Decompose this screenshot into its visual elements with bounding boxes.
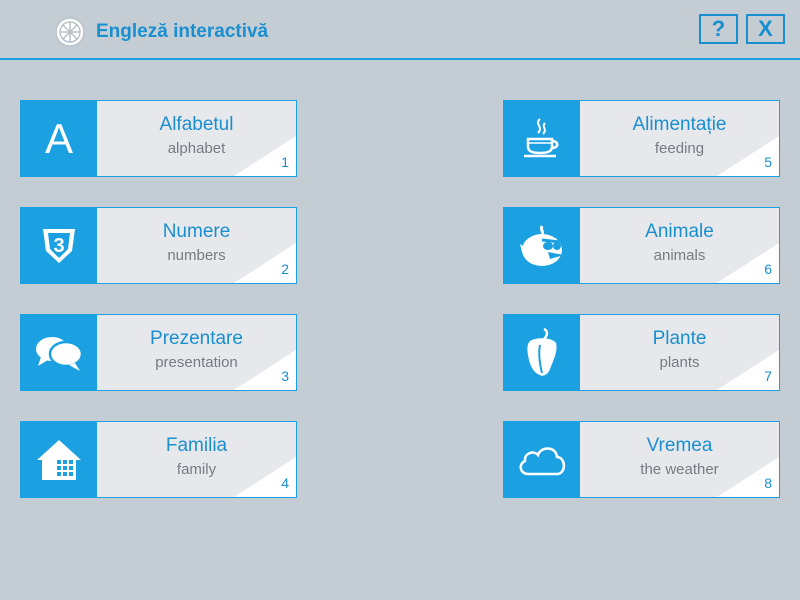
- tile-title: Vremea: [646, 435, 713, 456]
- lesson-tile-plants[interactable]: Plante plants 7: [503, 314, 780, 391]
- tile-icon-box: [504, 315, 580, 390]
- tile-subtitle: the weather: [640, 461, 719, 478]
- chat-bubbles-icon: [36, 336, 84, 371]
- house-icon: [37, 439, 81, 480]
- bell-pepper-icon: [527, 327, 557, 376]
- lesson-tile-presentation[interactable]: Prezentare presentation 3: [20, 314, 297, 391]
- tile-title: Alimentație: [632, 114, 727, 135]
- letter-a-icon: A: [44, 114, 73, 162]
- tile-title: Familia: [165, 435, 228, 456]
- tile-icon-box: [21, 315, 97, 390]
- tile-title: Numere: [162, 221, 231, 242]
- tile-subtitle: family: [176, 461, 217, 478]
- lesson-tile-animals[interactable]: Animale animals 6: [503, 207, 780, 284]
- lesson-tile-feeding[interactable]: Alimentație feeding 5: [503, 100, 780, 177]
- lesson-tile-family[interactable]: Familia family 4: [20, 421, 297, 498]
- tile-number: 4: [281, 475, 289, 491]
- help-button[interactable]: ?: [699, 14, 738, 44]
- tile-icon-box: [504, 422, 580, 497]
- tile-number: 7: [764, 368, 772, 384]
- number-3-badge-icon: 3: [43, 228, 75, 263]
- tile-icon-box: A: [21, 101, 97, 176]
- close-button[interactable]: X: [746, 14, 785, 44]
- app-title: Engleză interactivă: [96, 21, 269, 42]
- tile-icon-box: [504, 101, 580, 176]
- tile-subtitle: animals: [653, 247, 706, 264]
- tile-title: Alfabetul: [159, 114, 234, 135]
- header-bar: Engleză interactivă ? X: [0, 0, 800, 60]
- tile-icon-box: [21, 422, 97, 497]
- lesson-tile-alphabet[interactable]: A Alfabetul alphabet 1: [20, 100, 297, 177]
- tile-title: Plante: [652, 328, 707, 349]
- tile-subtitle: feeding: [654, 140, 705, 157]
- tile-subtitle: numbers: [167, 247, 226, 264]
- angry-bird-icon: [520, 224, 564, 266]
- tile-title: Animale: [645, 221, 714, 242]
- tile-icon-box: 3: [21, 208, 97, 283]
- tile-number: 3: [281, 368, 289, 384]
- tile-subtitle: plants: [659, 354, 700, 371]
- lesson-tile-weather[interactable]: Vremea the weather 8: [503, 421, 780, 498]
- tile-number: 2: [281, 261, 289, 277]
- svg-text:3: 3: [53, 235, 64, 257]
- tile-number: 1: [281, 154, 289, 170]
- tile-icon-box: [504, 208, 580, 283]
- tile-number: 6: [764, 261, 772, 277]
- wheel-icon: [55, 17, 85, 47]
- lesson-tile-numbers[interactable]: 3 Numere numbers 2: [20, 207, 297, 284]
- tile-number: 5: [764, 154, 772, 170]
- coffee-cup-icon: [524, 117, 559, 157]
- tile-subtitle: presentation: [155, 354, 238, 371]
- tile-title: Prezentare: [150, 328, 243, 349]
- cloud-icon: [519, 446, 566, 475]
- tile-subtitle: alphabet: [167, 140, 226, 157]
- tile-number: 8: [764, 475, 772, 491]
